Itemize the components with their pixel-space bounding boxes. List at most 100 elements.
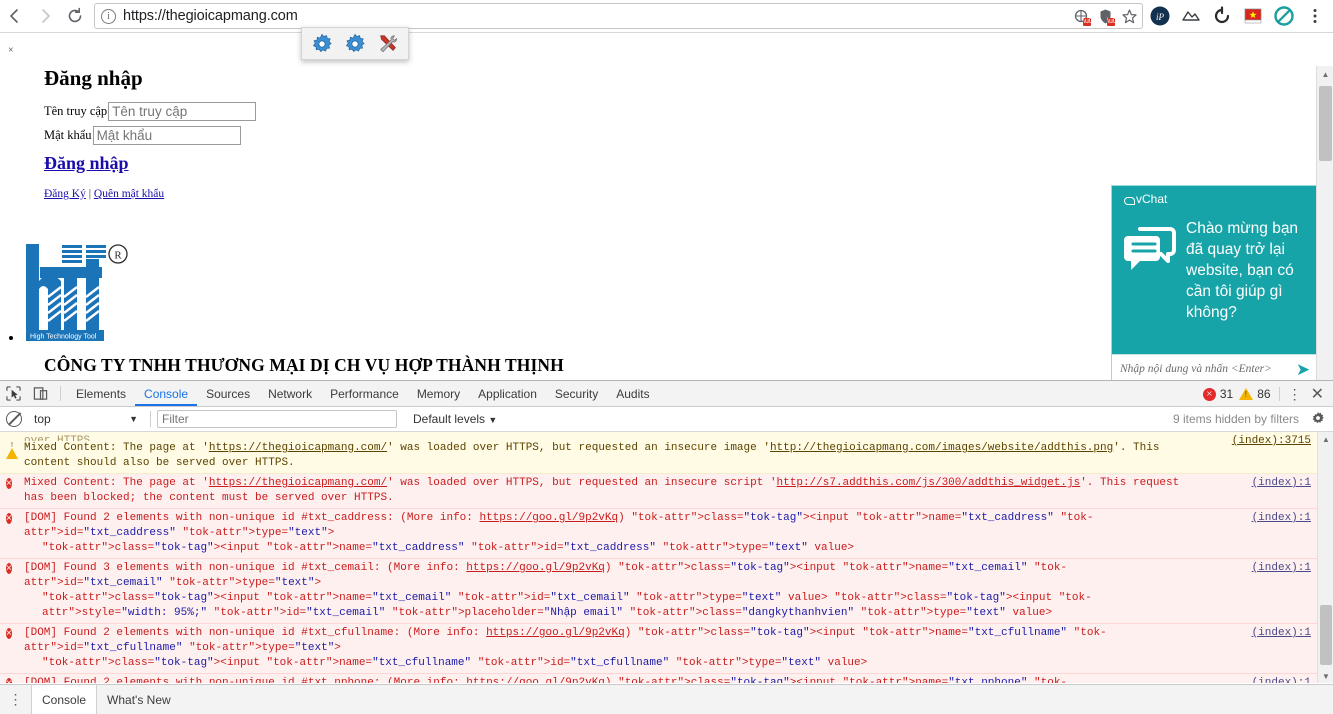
tab-memory[interactable]: Memory [408, 381, 469, 406]
omnibox-actions: \u00d7 \u00d7 [1073, 4, 1138, 28]
device-toolbar-icon[interactable] [27, 381, 54, 406]
clear-console-icon[interactable] [6, 411, 22, 427]
console-message-text: [DOM] Found 2 elements with non-unique i… [24, 512, 1094, 539]
location-blocked-icon[interactable]: \u00d7 [1073, 8, 1104, 26]
drawer-more-icon[interactable]: ⋮ [0, 685, 31, 714]
warning-count-badge[interactable]: 86 [1239, 387, 1271, 401]
execution-context-select[interactable]: top ▼ [34, 412, 144, 426]
console-message[interactable]: × Mixed Content: The page at 'https://the… [0, 474, 1333, 509]
drawer-tab-console[interactable]: Console [31, 685, 98, 714]
forward-button[interactable] [30, 2, 60, 30]
console-output[interactable]: over HTTPS.Mixed Content: The page at 'h… [0, 432, 1333, 683]
tab-console[interactable]: Console [135, 381, 197, 406]
auxiliary-links: Đăng Ký | Quên mật khẩu [44, 188, 164, 200]
console-link[interactable]: https://goo.gl/9p2vKq [466, 677, 605, 683]
tab-label: Sources [206, 386, 251, 401]
password-input[interactable] [92, 126, 241, 145]
warning-icon [6, 435, 18, 459]
vietnam-flag-icon[interactable] [1242, 5, 1264, 27]
console-message[interactable]: over HTTPS.Mixed Content: The page at 'h… [0, 432, 1333, 474]
console-message[interactable]: × [DOM] Found 2 elements with non-unique … [0, 674, 1333, 683]
adblock-mountain-icon[interactable] [1180, 5, 1202, 27]
scroll-up-icon[interactable]: ▲ [1317, 66, 1333, 83]
chrome-menu-icon[interactable] [1304, 5, 1326, 27]
page-scrollbar[interactable]: ▲ ▼ [1316, 66, 1333, 380]
scroll-down-icon[interactable]: ▼ [1318, 669, 1333, 683]
console-scrollbar[interactable]: ▲ ▼ [1317, 432, 1333, 683]
console-message[interactable]: × [DOM] Found 2 elements with non-unique … [0, 509, 1333, 559]
tab-performance[interactable]: Performance [321, 381, 408, 406]
tab-application[interactable]: Application [469, 381, 546, 406]
error-count-badge[interactable]: × 31 [1202, 387, 1233, 401]
username-input[interactable] [108, 102, 257, 121]
inspect-element-icon[interactable] [0, 381, 27, 406]
tab-label: Memory [416, 386, 461, 401]
console-link[interactable]: https://thegioicapmang.com/ [209, 442, 387, 454]
console-filter-bar: top ▼ Default levels ▼ 9 items hidden by… [0, 407, 1333, 432]
warning-count: 86 [1257, 387, 1271, 401]
settings-gear-icon[interactable] [311, 33, 333, 55]
tab-network[interactable]: Network [259, 381, 321, 406]
gear-icon[interactable] [1311, 411, 1325, 428]
console-link[interactable]: https://goo.gl/9p2vKq [486, 627, 625, 639]
console-link[interactable]: https://goo.gl/9p2vKq [479, 512, 618, 524]
site-info-icon[interactable]: i [101, 8, 116, 24]
tab-audits[interactable]: Audits [607, 381, 658, 406]
vchat-input-placeholder[interactable]: Nhập nội dung và nhấn <Enter> [1112, 363, 1288, 375]
send-icon[interactable]: ➤ [1288, 361, 1318, 378]
scroll-thumb[interactable] [1320, 605, 1332, 665]
error-icon: × [1202, 387, 1216, 401]
tab-sources[interactable]: Sources [197, 381, 259, 406]
vchat-message-body: Chào mừng bạn đã quay trở lại website, b… [1122, 218, 1310, 323]
settings-gear-icon[interactable] [344, 33, 366, 55]
close-icon[interactable]: × [8, 45, 14, 56]
extension-gear-popup [301, 27, 409, 60]
ip-extension-icon[interactable]: iP [1149, 5, 1171, 27]
console-source-link[interactable]: (index):3715 [1232, 434, 1311, 449]
tools-wrench-icon[interactable] [377, 33, 399, 55]
console-message[interactable]: × [DOM] Found 2 elements with non-unique … [0, 624, 1333, 674]
login-submit-link[interactable]: Đăng nhập [44, 153, 129, 174]
devtools-more-icon[interactable]: ⋮ [1288, 387, 1302, 401]
svg-text:High Technology Tool: High Technology Tool [30, 334, 97, 341]
tab-elements[interactable]: Elements [67, 381, 135, 406]
console-source-link[interactable]: (index):1 [1252, 511, 1311, 526]
vchat-brand-label: vChat [1136, 192, 1168, 206]
username-row: Tên truy cập [44, 101, 257, 122]
vchat-greeting: Chào mừng bạn đã quay trở lại website, b… [1186, 220, 1299, 321]
console-link[interactable]: https://goo.gl/9p2vKq [466, 562, 605, 574]
console-source-link[interactable]: (index):1 [1252, 676, 1311, 683]
devtools-close-icon[interactable]: ✕ [1308, 384, 1327, 404]
bookmark-star-icon[interactable] [1121, 8, 1138, 25]
console-filter-input[interactable] [157, 410, 397, 428]
warning-icon [1239, 388, 1254, 400]
web-page-viewport: × Đăng nhập Tên truy cập Mật khẩu Đăng n… [0, 33, 1333, 380]
log-levels-dropdown[interactable]: Default levels ▼ [413, 412, 497, 426]
console-message-text: [DOM] Found 2 elements with non-unique i… [24, 676, 1333, 683]
page-title: Đăng nhập [44, 66, 143, 90]
console-link[interactable]: http://s7.addthis.com/js/300/addthis_wid… [777, 477, 1081, 489]
console-link[interactable]: http://thegioicapmang.com/images/website… [770, 442, 1113, 454]
vchat-input-row[interactable]: Nhập nội dung và nhấn <Enter> ➤ [1112, 354, 1318, 380]
cookie-blocked-icon[interactable]: \u00d7 [1097, 8, 1128, 26]
sync-refresh-icon[interactable] [1211, 5, 1233, 27]
console-source-link[interactable]: (index):1 [1252, 561, 1311, 576]
drawer-tab-what-s-new[interactable]: What's New [97, 685, 181, 714]
forgot-password-link[interactable]: Quên mật khẩu [94, 188, 164, 200]
tab-security[interactable]: Security [546, 381, 607, 406]
back-button[interactable] [0, 2, 30, 30]
console-message[interactable]: × [DOM] Found 3 elements with non-unique … [0, 559, 1333, 624]
vchat-widget[interactable]: vChat Chào mừng bạn đã quay trở lại webs… [1111, 185, 1319, 380]
error-icon: × [6, 513, 12, 524]
tab-label: Elements [76, 386, 127, 401]
scroll-up-icon[interactable]: ▲ [1318, 432, 1333, 446]
console-link[interactable]: https://thegioicapmang.com/ [209, 477, 387, 489]
block-circle-icon[interactable] [1273, 5, 1295, 27]
register-link[interactable]: Đăng Ký [44, 188, 86, 200]
url-text: https://thegioicapmang.com [123, 8, 298, 24]
console-source-link[interactable]: (index):1 [1252, 626, 1311, 641]
console-source-link[interactable]: (index):1 [1252, 476, 1311, 491]
address-bar[interactable]: i https://thegioicapmang.com \u00d7 \u00… [94, 3, 1143, 29]
reload-button[interactable] [60, 2, 90, 30]
scroll-thumb[interactable] [1319, 86, 1332, 161]
